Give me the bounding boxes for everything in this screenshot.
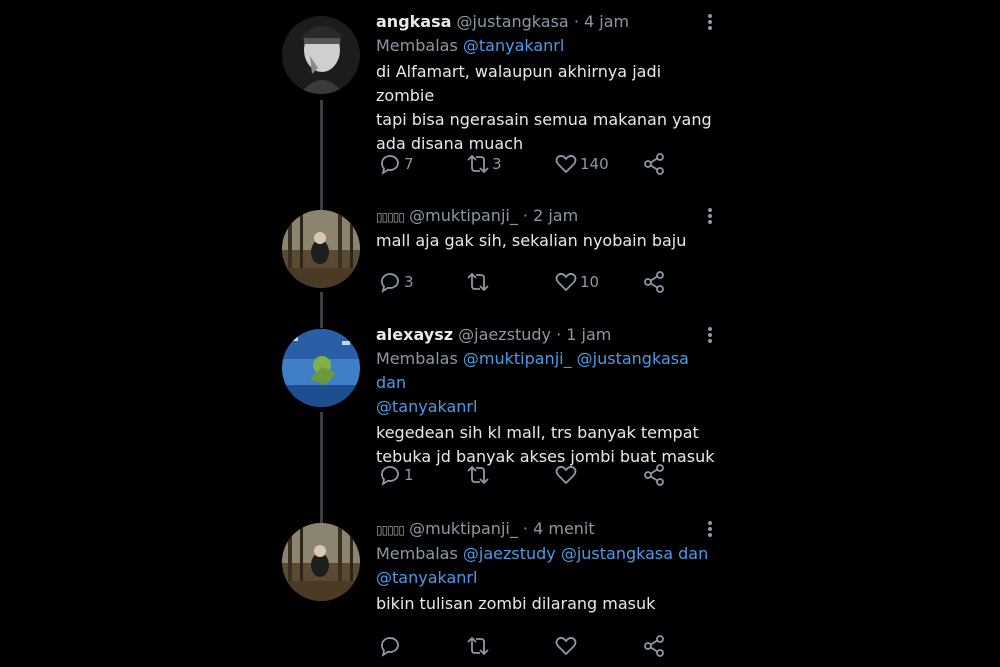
share-button[interactable]: [642, 152, 666, 176]
tweet-text: bikin tulisan zombi dilarang masuk: [376, 592, 722, 616]
tweet-header: angkasa @justangkasa · 4 jam: [376, 12, 722, 32]
reply-context: Membalas @tanyakanrl: [376, 34, 722, 58]
reply-prefix: Membalas: [376, 36, 458, 55]
heart-icon: [555, 154, 577, 174]
reply-prefix: Membalas: [376, 544, 458, 563]
tweet-text: di Alfamart, walaupun akhirnya jadi zomb…: [376, 60, 722, 156]
heart-icon: [555, 465, 577, 485]
display-name[interactable]: alexaysz: [376, 325, 453, 344]
reply-icon: [381, 155, 399, 175]
reply-icon: [381, 466, 399, 486]
reply-context: Membalas @muktipanji_ @justangkasa dan @…: [376, 347, 722, 419]
retweet-icon: [467, 465, 489, 485]
tweet-actions: 3 10: [378, 270, 678, 294]
timestamp[interactable]: · 1 jam: [556, 325, 611, 344]
timestamp[interactable]: · 4 jam: [574, 12, 629, 31]
reply-button[interactable]: [378, 634, 402, 658]
reply-icon: [381, 637, 399, 657]
mention-link[interactable]: @tanyakanrl: [376, 568, 477, 587]
retweet-button[interactable]: [466, 463, 490, 487]
tweet[interactable]: alexaysz @jaezstudy · 1 jam Membalas @mu…: [282, 325, 722, 500]
display-name[interactable]: ▯▯▯▯▯: [376, 523, 405, 537]
heart-icon: [555, 272, 577, 292]
tweet[interactable]: angkasa @justangkasa · 4 jam Membalas @t…: [282, 12, 722, 187]
reply-count: 1: [404, 466, 414, 484]
more-vertical-icon[interactable]: [706, 519, 714, 539]
retweet-icon: [467, 636, 489, 656]
display-name[interactable]: ▯▯▯▯▯: [376, 210, 405, 224]
more-vertical-icon[interactable]: [706, 325, 714, 345]
share-button[interactable]: [642, 463, 666, 487]
share-button[interactable]: [642, 634, 666, 658]
tweet-text-line: mall aja gak sih, sekalian nyobain baju: [376, 231, 687, 250]
tweet-header: alexaysz @jaezstudy · 1 jam: [376, 325, 722, 345]
reply-icon: [381, 273, 399, 293]
tweet-text-line: di Alfamart, walaupun akhirnya jadi zomb…: [376, 62, 662, 105]
avatar[interactable]: [282, 16, 360, 94]
retweet-button[interactable]: [466, 634, 490, 658]
avatar[interactable]: [282, 210, 360, 288]
reply-button[interactable]: 7: [378, 152, 414, 176]
share-button[interactable]: [642, 270, 666, 294]
tweet-actions: 1: [378, 463, 678, 487]
display-name[interactable]: angkasa: [376, 12, 451, 31]
tweet-text: mall aja gak sih, sekalian nyobain baju: [376, 229, 722, 253]
mention-link[interactable]: @jaezstudy @justangkasa dan: [463, 544, 708, 563]
reply-prefix: Membalas: [376, 349, 458, 368]
like-count: 140: [580, 155, 609, 173]
share-icon: [644, 271, 664, 293]
retweet-button[interactable]: 3: [466, 152, 502, 176]
mention-link[interactable]: @tanyakanrl: [463, 36, 564, 55]
share-icon: [644, 464, 664, 486]
handle[interactable]: @muktipanji_: [409, 206, 518, 225]
tweet[interactable]: ▯▯▯▯▯ @muktipanji_ · 4 menit Membalas @j…: [282, 519, 722, 667]
handle[interactable]: @jaezstudy: [458, 325, 551, 344]
reply-button[interactable]: 1: [378, 463, 414, 487]
reply-count: 7: [404, 155, 414, 173]
like-button[interactable]: [554, 634, 578, 658]
tweet-header: ▯▯▯▯▯ @muktipanji_ · 2 jam: [376, 206, 722, 227]
avatar[interactable]: [282, 523, 360, 601]
mention-link[interactable]: @tanyakanrl: [376, 397, 477, 416]
tweet[interactable]: ▯▯▯▯▯ @muktipanji_ · 2 jam mall aja gak …: [282, 206, 722, 306]
handle[interactable]: @justangkasa: [457, 12, 569, 31]
like-button[interactable]: 140: [554, 152, 609, 176]
timestamp[interactable]: · 4 menit: [523, 519, 595, 538]
tweet-text-line: bikin tulisan zombi dilarang masuk: [376, 594, 656, 613]
handle[interactable]: @muktipanji_: [409, 519, 518, 538]
tweet-text-line: kegedean sih kl mall, trs banyak tempat: [376, 423, 699, 442]
retweet-icon: [467, 272, 489, 292]
tweet-text: kegedean sih kl mall, trs banyak tempat …: [376, 421, 722, 469]
more-vertical-icon[interactable]: [706, 12, 714, 32]
share-icon: [644, 153, 664, 175]
heart-icon: [555, 636, 577, 656]
retweet-button[interactable]: [466, 270, 490, 294]
reply-context: Membalas @jaezstudy @justangkasa dan @ta…: [376, 542, 722, 590]
share-icon: [644, 635, 664, 657]
tweet-text-line: tapi bisa ngerasain semua makanan yang: [376, 110, 712, 129]
timestamp[interactable]: · 2 jam: [523, 206, 578, 225]
reply-count: 3: [404, 273, 414, 291]
tweet-header: ▯▯▯▯▯ @muktipanji_ · 4 menit: [376, 519, 722, 540]
tweet-actions: 7 3 140: [378, 152, 678, 176]
reply-button[interactable]: 3: [378, 270, 414, 294]
tweet-actions: [378, 634, 678, 658]
like-button[interactable]: 10: [554, 270, 599, 294]
retweet-count: 3: [492, 155, 502, 173]
retweet-icon: [467, 154, 489, 174]
avatar[interactable]: [282, 329, 360, 407]
like-button[interactable]: [554, 463, 578, 487]
more-vertical-icon[interactable]: [706, 206, 714, 226]
like-count: 10: [580, 273, 600, 291]
